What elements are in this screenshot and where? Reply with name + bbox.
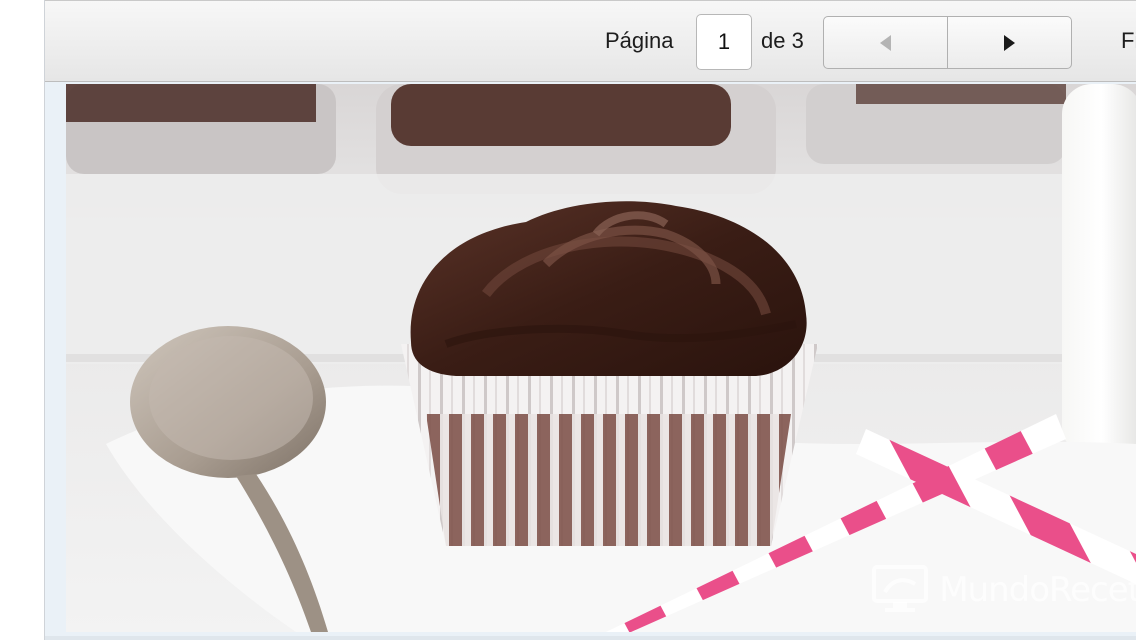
page-count-label: de 3 [761,28,804,53]
monitor-icon [871,564,933,616]
next-page-button[interactable] [947,17,1071,68]
cupcake-illustration [66,84,1136,632]
filter-label[interactable]: Filtra [1121,28,1136,54]
triangle-left-icon [880,34,891,51]
previous-page-button[interactable] [824,17,947,68]
page-number-input[interactable] [696,14,752,70]
pager-buttons [823,16,1072,69]
triangle-right-icon [1004,34,1015,51]
bottom-border [45,636,1136,640]
pagination-toolbar: Página de 3 Filtra [45,0,1136,82]
watermark: MundoRecet [871,564,1136,616]
left-gutter [0,0,45,640]
recipe-photo: MundoRecet [66,84,1136,632]
page-label: Página [605,28,674,53]
watermark-text: MundoRecet [939,570,1136,610]
